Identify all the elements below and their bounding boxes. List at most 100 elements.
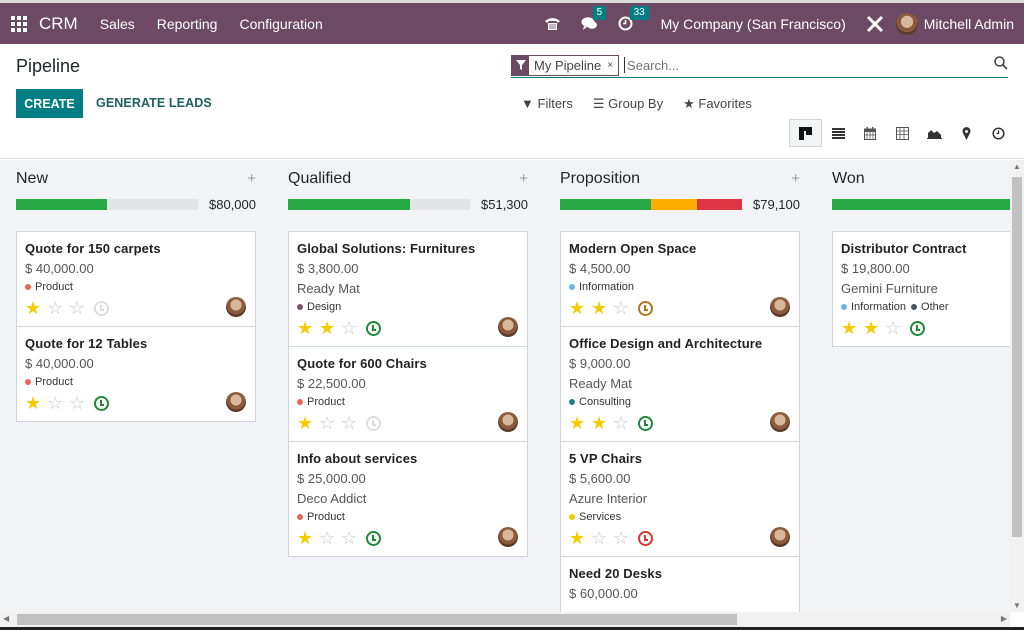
priority-star-icon[interactable]: ☆ xyxy=(613,529,635,547)
activity-clock-icon[interactable] xyxy=(638,530,653,546)
lead-card[interactable]: Modern Open Space $ 4,500.00 Information ★ ★… xyxy=(561,232,799,327)
lead-card[interactable]: Quote for 12 Tables $ 40,000.00 Product ★ ☆ ☆ xyxy=(17,327,255,421)
column-progress-bar[interactable] xyxy=(16,199,198,210)
list-view-button[interactable] xyxy=(822,119,854,147)
column-title[interactable]: Won xyxy=(832,170,865,188)
search-input[interactable] xyxy=(624,57,1008,73)
quick-create-icon[interactable]: + xyxy=(791,170,800,187)
priority-star-icon[interactable]: ★ xyxy=(25,299,47,317)
lead-card[interactable]: Office Design and Architecture $ 9,000.00… xyxy=(561,327,799,442)
activity-clock-icon[interactable] xyxy=(94,300,109,316)
priority-star-icon[interactable]: ☆ xyxy=(341,414,363,432)
priority-star-icon[interactable]: ☆ xyxy=(591,529,613,547)
priority-star-icon[interactable]: ★ xyxy=(319,319,341,337)
search-icon[interactable] xyxy=(994,56,1008,74)
progress-segment[interactable] xyxy=(560,199,651,210)
filters-button[interactable]: ▼ Filters xyxy=(521,96,573,112)
vertical-scrollbar[interactable]: ▲ ▼ xyxy=(1010,160,1024,612)
user-avatar[interactable] xyxy=(895,12,918,35)
activity-clock-icon[interactable] xyxy=(638,415,653,431)
column-total: $80,000 xyxy=(209,197,256,212)
progress-segment[interactable] xyxy=(16,199,107,210)
menu-sales[interactable]: Sales xyxy=(100,16,135,32)
priority-star-icon[interactable]: ☆ xyxy=(47,299,69,317)
lead-name: Quote for 150 carpets xyxy=(25,241,161,256)
quick-create-icon[interactable]: + xyxy=(519,170,528,187)
lead-card[interactable]: Quote for 600 Chairs $ 22,500.00 Product ★ ☆… xyxy=(289,347,527,442)
priority-star-icon[interactable]: ★ xyxy=(569,414,591,432)
progress-segment[interactable] xyxy=(288,199,410,210)
priority-star-icon[interactable]: ☆ xyxy=(613,414,635,432)
user-menu[interactable]: Mitchell Admin xyxy=(924,16,1014,32)
activity-clock-icon[interactable] xyxy=(366,415,381,431)
priority-star-icon[interactable]: ☆ xyxy=(69,299,91,317)
scroll-right-icon[interactable]: ▶ xyxy=(1001,614,1007,623)
facet-remove-button[interactable]: × xyxy=(607,60,618,71)
priority-star-icon[interactable]: ☆ xyxy=(47,394,69,412)
priority-star-icon[interactable]: ★ xyxy=(297,529,319,547)
column-progress-bar[interactable] xyxy=(560,199,742,210)
debug-tools-icon[interactable] xyxy=(866,15,884,33)
horizontal-scroll-thumb[interactable] xyxy=(17,614,737,625)
generate-leads-button[interactable]: GENERATE LEADS xyxy=(96,96,212,110)
lead-card[interactable]: 5 VP Chairs $ 5,600.00 Azure Interior Servi… xyxy=(561,442,799,557)
lead-card[interactable]: Distributor Contract $ 19,800.00 Gemini Fu… xyxy=(833,232,1010,346)
group-by-button[interactable]: ☰ Group By xyxy=(593,96,663,112)
create-button[interactable]: CREATE xyxy=(16,89,83,118)
priority-star-icon[interactable]: ★ xyxy=(25,394,47,412)
horizontal-scrollbar[interactable]: ◀ ▶ xyxy=(0,612,1010,627)
column-progress-bar[interactable] xyxy=(288,199,470,210)
priority-star-icon[interactable]: ★ xyxy=(297,414,319,432)
apps-menu-icon[interactable] xyxy=(11,15,27,32)
priority-star-icon[interactable]: ☆ xyxy=(341,529,363,547)
pivot-view-button[interactable] xyxy=(886,119,918,147)
column-title[interactable]: New xyxy=(16,170,48,188)
kanban-view-button[interactable] xyxy=(789,119,822,147)
priority-star-icon[interactable]: ★ xyxy=(569,299,591,317)
app-name[interactable]: CRM xyxy=(39,14,78,34)
scroll-left-icon[interactable]: ◀ xyxy=(3,614,9,623)
column-title[interactable]: Qualified xyxy=(288,170,351,188)
column-title[interactable]: Proposition xyxy=(560,170,640,188)
activity-clock-icon[interactable] xyxy=(94,395,109,411)
progress-segment[interactable] xyxy=(696,199,742,210)
activity-clock-icon[interactable] xyxy=(638,300,653,316)
activities-icon[interactable]: 33 xyxy=(618,6,649,31)
priority-star-icon[interactable]: ★ xyxy=(569,529,591,547)
graph-view-button[interactable] xyxy=(918,119,950,147)
lead-card[interactable]: Quote for 150 carpets $ 40,000.00 Product ★… xyxy=(17,232,255,327)
column-progress-bar[interactable] xyxy=(832,199,1010,210)
activity-clock-icon[interactable] xyxy=(910,320,925,336)
quick-create-icon[interactable]: + xyxy=(247,170,256,187)
priority-star-icon[interactable]: ★ xyxy=(591,414,613,432)
priority-star-icon[interactable]: ☆ xyxy=(613,299,635,317)
scroll-up-icon[interactable]: ▲ xyxy=(1013,162,1021,171)
phone-icon[interactable] xyxy=(544,16,561,31)
priority-star-icon[interactable]: ★ xyxy=(297,319,319,337)
lead-card[interactable]: Need 20 Desks $ 60,000.00 xyxy=(561,557,799,612)
menu-reporting[interactable]: Reporting xyxy=(157,16,218,32)
company-switcher[interactable]: My Company (San Francisco) xyxy=(661,16,846,32)
favorites-button[interactable]: ★ Favorites xyxy=(683,96,752,112)
activity-clock-icon[interactable] xyxy=(366,320,381,336)
priority-star-icon[interactable]: ★ xyxy=(863,319,885,337)
priority-star-icon[interactable]: ★ xyxy=(591,299,613,317)
priority-star-icon[interactable]: ☆ xyxy=(69,394,91,412)
menu-configuration[interactable]: Configuration xyxy=(239,16,322,32)
priority-star-icon[interactable]: ☆ xyxy=(885,319,907,337)
map-view-button[interactable] xyxy=(950,119,982,147)
priority-star-icon[interactable]: ★ xyxy=(841,319,863,337)
priority-star-icon[interactable]: ☆ xyxy=(341,319,363,337)
progress-segment[interactable] xyxy=(832,199,1010,210)
lead-card[interactable]: Global Solutions: Furnitures $ 3,800.00 Re… xyxy=(289,232,527,347)
priority-star-icon[interactable]: ☆ xyxy=(319,414,341,432)
messages-icon[interactable]: 5 xyxy=(581,6,607,31)
progress-segment[interactable] xyxy=(651,199,697,210)
calendar-view-button[interactable] xyxy=(854,119,886,147)
lead-card[interactable]: Info about services $ 25,000.00 Deco Addic… xyxy=(289,442,527,556)
priority-star-icon[interactable]: ☆ xyxy=(319,529,341,547)
scroll-down-icon[interactable]: ▼ xyxy=(1013,601,1021,610)
activity-view-button[interactable] xyxy=(982,119,1014,147)
activity-clock-icon[interactable] xyxy=(366,530,381,546)
vertical-scroll-thumb[interactable] xyxy=(1012,177,1022,537)
